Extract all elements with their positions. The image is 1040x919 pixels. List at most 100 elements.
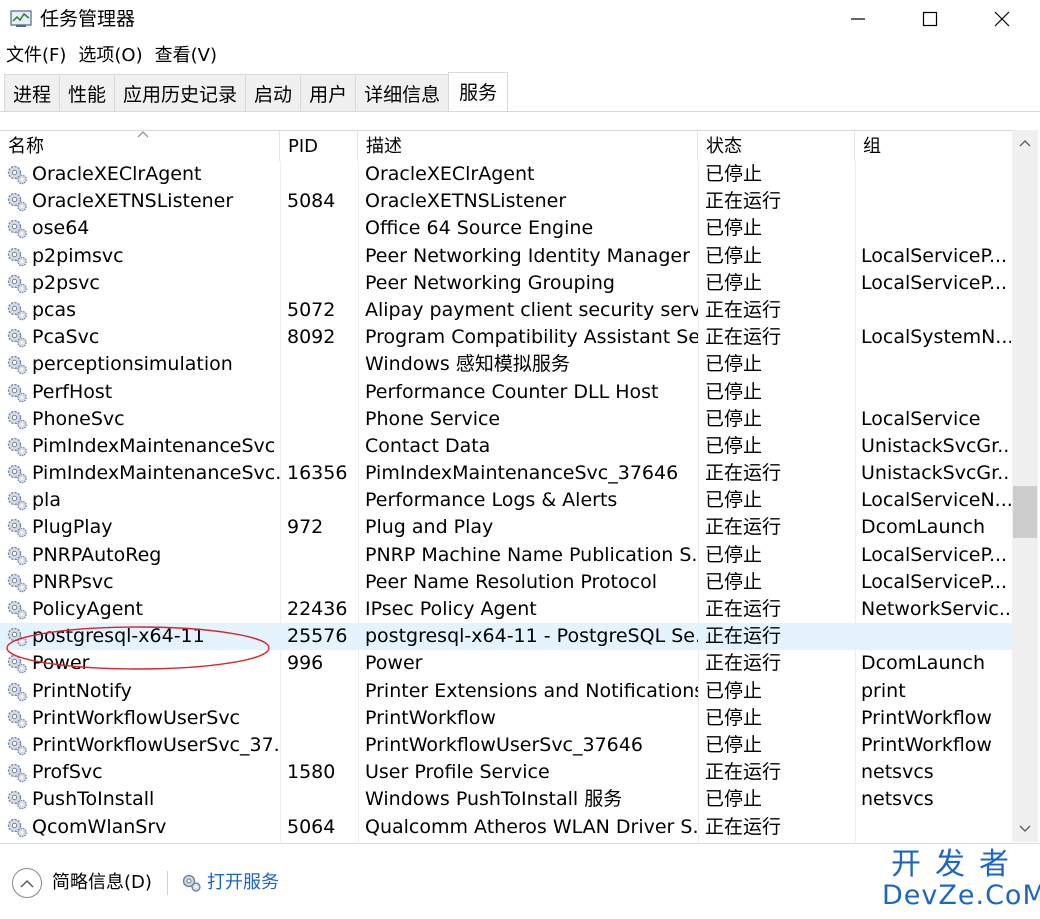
chevron-up-icon	[1019, 140, 1031, 147]
service-group	[861, 215, 1011, 242]
minimize-button[interactable]	[822, 0, 894, 38]
table-row[interactable]: OracleXETNSListener 5084 OracleXETNSListen…	[0, 188, 1012, 215]
service-group: LocalServiceP...	[861, 543, 1008, 566]
table-row[interactable]: PimIndexMaintenanceSvc... 16356 PimIndexMa…	[0, 460, 1012, 487]
service-gear-icon	[7, 193, 27, 212]
table-row[interactable]: perceptionsimulation Windows 感知模拟服务 已停止	[0, 351, 1012, 378]
table-row[interactable]: Power 996 Power 正在运行 DcomLaunch	[0, 650, 1012, 677]
table-row[interactable]: p2pimsvc Peer Networking Identity Manager…	[0, 243, 1012, 270]
table-row[interactable]: OracleXEClrAgent OracleXEClrAgent 已停止	[0, 161, 1012, 188]
service-status: 已停止	[705, 434, 763, 457]
service-group: LocalServiceP...	[861, 570, 1008, 593]
table-row[interactable]: QcomWlanSrv 5064 Qualcomm Atheros WLAN Dri…	[0, 814, 1012, 841]
table-row[interactable]: PrintWorkflowUserSvc PrintWorkflow 已停止 Prin…	[0, 705, 1012, 732]
service-gear-icon	[7, 791, 27, 810]
service-name: PNRPAutoReg	[32, 543, 162, 566]
watermark-top-text: 开发者	[891, 847, 1023, 882]
service-gear-icon	[7, 492, 27, 511]
table-row[interactable]: postgresql-x64-11 25576 postgresql-x64-11 …	[0, 623, 1012, 651]
menu-options[interactable]: 选项(O)	[72, 42, 148, 70]
service-gear-icon	[7, 600, 27, 620]
minimize-icon	[851, 18, 865, 20]
vertical-scrollbar[interactable]	[1012, 130, 1038, 842]
tab-services[interactable]: 服务	[448, 72, 509, 111]
service-pid: 8092	[287, 326, 336, 349]
service-group	[861, 623, 1011, 650]
table-row[interactable]: PushToInstall Windows PushToInstall 服务 已停止…	[0, 786, 1012, 813]
service-status: 正在运行	[705, 652, 782, 675]
service-status: 正在运行	[705, 326, 782, 349]
menu-file[interactable]: 文件(F)	[0, 42, 72, 70]
service-pid: 972	[287, 516, 324, 539]
service-name: pcas	[32, 298, 77, 321]
tab-startup[interactable]: 启动	[245, 74, 301, 111]
table-row[interactable]: PcaSvc 8092 Program Compatibility Assistan…	[0, 324, 1012, 351]
tab-details[interactable]: 详细信息	[355, 74, 449, 111]
service-description: PrintWorkflow	[365, 706, 496, 729]
tab-processes[interactable]: 进程	[4, 74, 60, 111]
maximize-button[interactable]	[894, 0, 966, 38]
tab-users[interactable]: 用户	[300, 74, 356, 111]
menu-view[interactable]: 查看(V)	[149, 42, 223, 70]
service-name: PrintWorkflowUserSvc	[32, 706, 241, 729]
service-description: PNRP Machine Name Publication S...	[365, 543, 698, 566]
table-row[interactable]: pcas 5072 Alipay payment client security s…	[0, 297, 1012, 324]
service-status: 已停止	[705, 570, 763, 593]
service-name: PrintWorkflowUserSvc_37...	[32, 733, 280, 756]
service-status: 已停止	[705, 407, 763, 430]
table-row[interactable]: ProfSvc 1580 User Profile Service 正在运行 netsv…	[0, 759, 1012, 786]
watermark-logo: 开发者 DevZe.CoM	[882, 847, 1040, 911]
service-group: DcomLaunch	[861, 516, 986, 539]
service-status: 正在运行	[705, 625, 782, 648]
fewer-details-button[interactable]	[12, 868, 42, 898]
table-row[interactable]: PolicyAgent 22436 IPsec Policy Agent 正在运行 Ne…	[0, 596, 1012, 623]
scroll-down-button[interactable]	[1012, 816, 1038, 842]
table-row[interactable]: PrintNotify Printer Extensions and Notifi…	[0, 678, 1012, 705]
column-header-group[interactable]: 组	[855, 131, 1012, 161]
service-pid	[287, 433, 357, 460]
table-row[interactable]: pla Performance Logs & Alerts 已停止 LocalServ…	[0, 487, 1012, 514]
table-row[interactable]: PNRPAutoReg PNRP Machine Name Publication…	[0, 542, 1012, 569]
service-description: postgresql-x64-11 - PostgreSQL Se...	[365, 625, 698, 648]
column-header-description[interactable]: 描述	[358, 131, 698, 161]
service-name: p2psvc	[32, 271, 100, 294]
table-row[interactable]: PerfHost Performance Counter DLL Host 已停止	[0, 379, 1012, 406]
table-row[interactable]: ose64 Office 64 Source Engine 已停止	[0, 215, 1012, 242]
service-gear-icon	[7, 301, 27, 321]
service-gear-icon	[7, 573, 27, 593]
table-row[interactable]: PlugPlay 972 Plug and Play 正在运行 DcomLaunch	[0, 514, 1012, 541]
table-row[interactable]: PNRPsvc Peer Name Resolution Protocol 已停止 L…	[0, 569, 1012, 596]
open-services-link[interactable]: 打开服务	[207, 871, 279, 895]
column-header-status[interactable]: 状态	[698, 131, 855, 161]
table-row[interactable]: p2psvc Peer Networking Grouping 已停止 LocalSe…	[0, 270, 1012, 297]
service-pid: 1580	[287, 761, 336, 784]
maximize-icon	[922, 11, 938, 27]
service-pid	[287, 678, 357, 705]
service-pid	[287, 161, 357, 188]
table-row[interactable]: PimIndexMaintenanceSvc Contact Data 已停止 Uni…	[0, 433, 1012, 460]
watermark-bottom-text: DevZe.CoM	[882, 880, 1040, 911]
service-pid	[287, 487, 357, 514]
service-group: NetworkServic...	[861, 598, 1011, 620]
table-row[interactable]: PrintWorkflowUserSvc_37... PrintWorkflowU…	[0, 732, 1012, 759]
fewer-details-label[interactable]: 简略信息(D)	[52, 871, 152, 895]
service-group	[861, 297, 1011, 324]
service-name: PrintNotify	[32, 679, 132, 702]
column-header-pid[interactable]: PID	[280, 131, 358, 161]
service-description: Peer Networking Grouping	[365, 271, 615, 294]
close-button[interactable]	[966, 0, 1038, 38]
service-group	[861, 814, 1011, 841]
service-status: 正在运行	[705, 815, 782, 838]
column-header-name[interactable]: 名称	[0, 131, 280, 161]
tab-app-history[interactable]: 应用历史记录	[114, 74, 246, 111]
tab-performance[interactable]: 性能	[59, 74, 115, 111]
service-pid	[287, 542, 357, 569]
service-gear-icon	[7, 328, 27, 348]
service-status: 已停止	[705, 271, 763, 294]
table-row[interactable]: PhoneSvc Phone Service 已停止 LocalService	[0, 406, 1012, 433]
scroll-up-button[interactable]	[1012, 130, 1038, 156]
scroll-thumb[interactable]	[1013, 486, 1037, 538]
service-gear-icon	[7, 464, 27, 484]
service-description: PimIndexMaintenanceSvc_37646	[365, 462, 679, 485]
service-gear-icon	[7, 356, 27, 375]
